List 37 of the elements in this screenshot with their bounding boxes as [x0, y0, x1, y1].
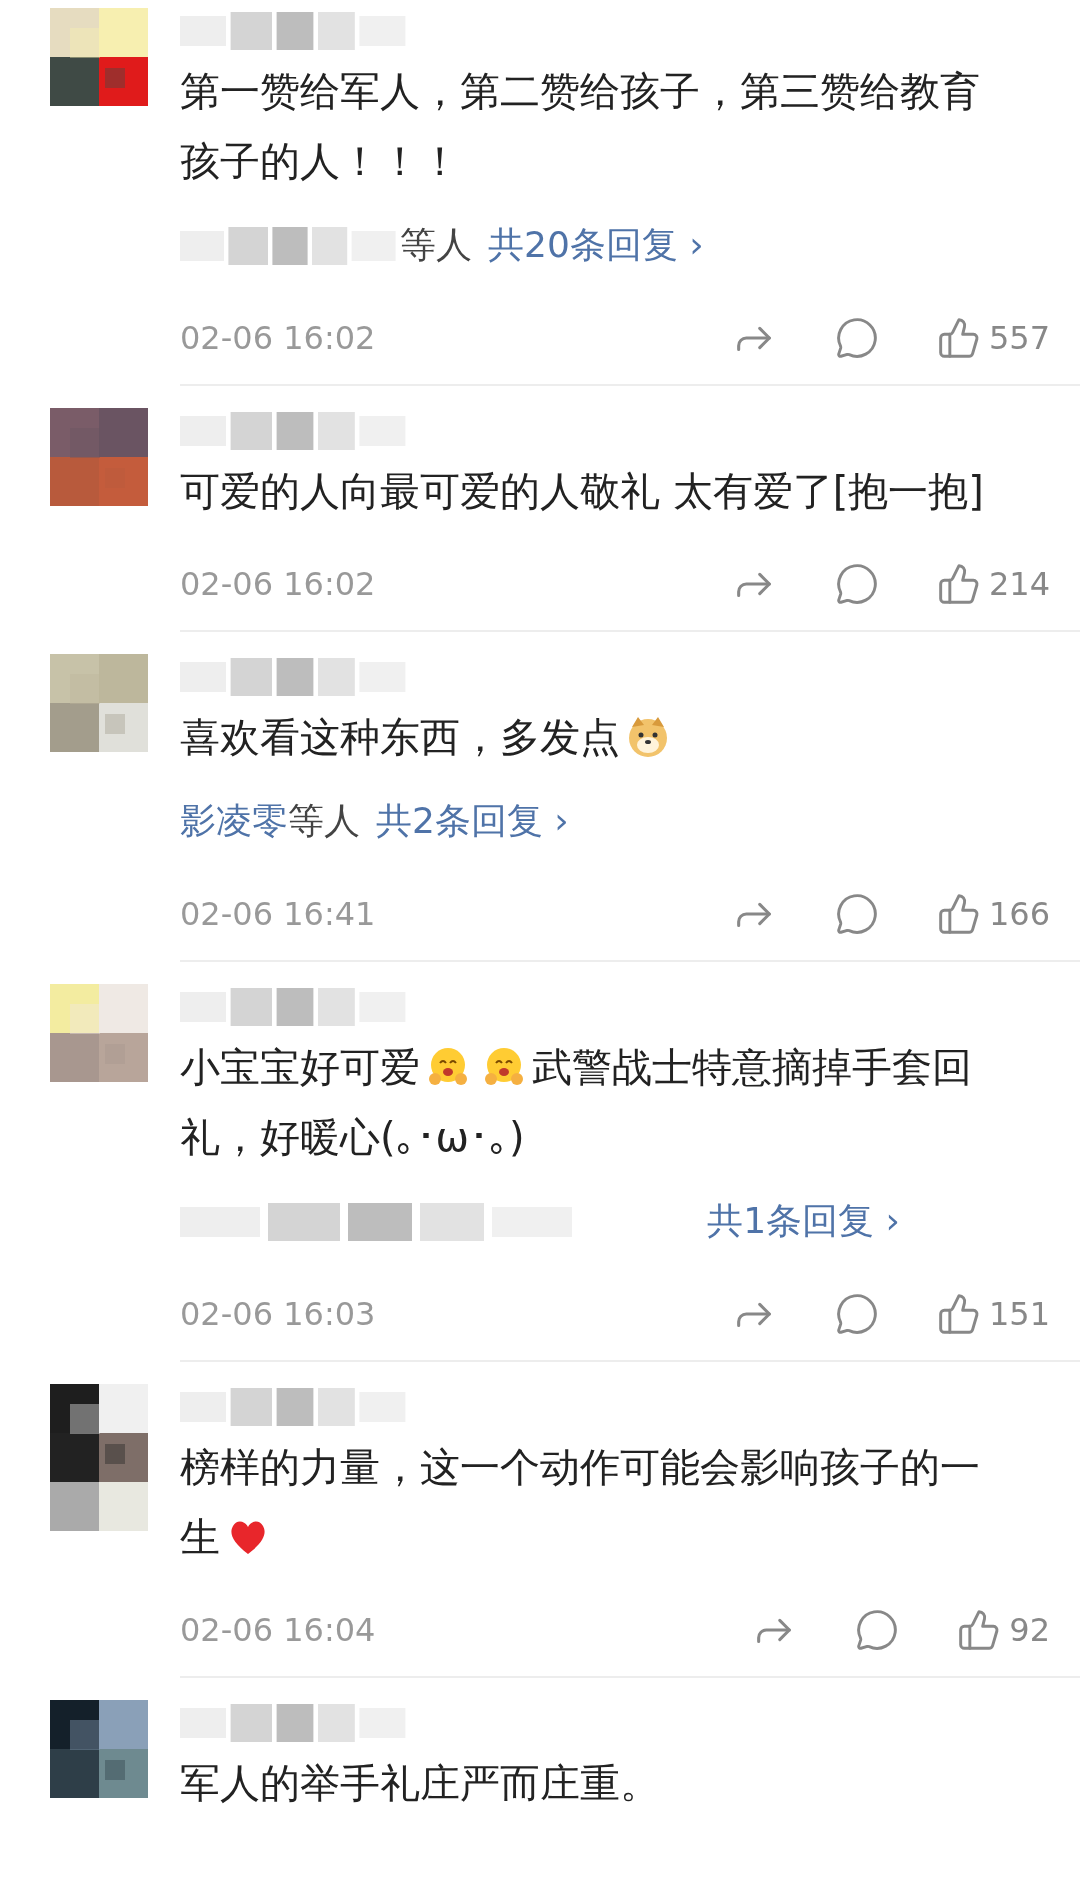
dog-face-icon [626, 715, 670, 759]
comment-button[interactable] [834, 316, 879, 360]
replies-link[interactable]: 共20条回复 › [488, 220, 704, 270]
reply-suffix: 等人 [288, 798, 360, 843]
comment-icon [855, 1608, 900, 1652]
comment-button[interactable] [855, 1608, 900, 1652]
like-button[interactable]: 166 [936, 892, 1050, 936]
comment-text: 可爱的人向最可爱的人敬礼 太有爱了[抱一抱] [180, 467, 985, 516]
comment-icon [834, 316, 879, 360]
replies-link[interactable]: 共2条回复 › [376, 796, 569, 846]
thumbs-up-icon [936, 1292, 981, 1336]
like-button[interactable]: 151 [936, 1292, 1050, 1336]
comment-icon [834, 892, 879, 936]
thumbs-up-icon [936, 892, 981, 936]
reply-username[interactable]: 影凌零 [180, 796, 288, 846]
like-button[interactable]: 214 [936, 562, 1050, 606]
like-button[interactable]: 92 [957, 1608, 1050, 1652]
comment-time: 02-06 16:41 [180, 895, 376, 933]
comment-icon [834, 562, 879, 606]
comment-time: 02-06 16:02 [180, 565, 376, 603]
like-button[interactable]: 557 [936, 316, 1050, 360]
comment-time: 02-06 16:03 [180, 1295, 376, 1333]
thumbs-up-icon [936, 562, 981, 606]
comment-text: 榜样的力量，这一个动作可能会影响孩子的一生 [180, 1443, 981, 1562]
reply-suffix: 等人 [400, 222, 472, 267]
comment-time: 02-06 16:02 [180, 319, 376, 357]
comment-time: 02-06 16:04 [180, 1611, 376, 1649]
comment-icon [834, 1292, 879, 1336]
thumbs-up-icon [936, 316, 981, 360]
comment-button[interactable] [834, 892, 879, 936]
comment-text: 小宝宝好可爱 武警战士特意摘掉手套回礼，好暖心(｡･ω･｡) [180, 1043, 973, 1162]
comment-button[interactable] [834, 1292, 879, 1336]
comment-text: 军人的举手礼庄严而庄重。 [180, 1759, 661, 1808]
replies-link[interactable]: 共1条回复 › [707, 1196, 900, 1246]
comment-text: 喜欢看这种东西，多发点 [180, 702, 1010, 772]
comment-button[interactable] [834, 562, 879, 606]
comment-text: 第一赞给军人，第二赞给孩子，第三赞给教育孩子的人！！！ [180, 67, 981, 186]
